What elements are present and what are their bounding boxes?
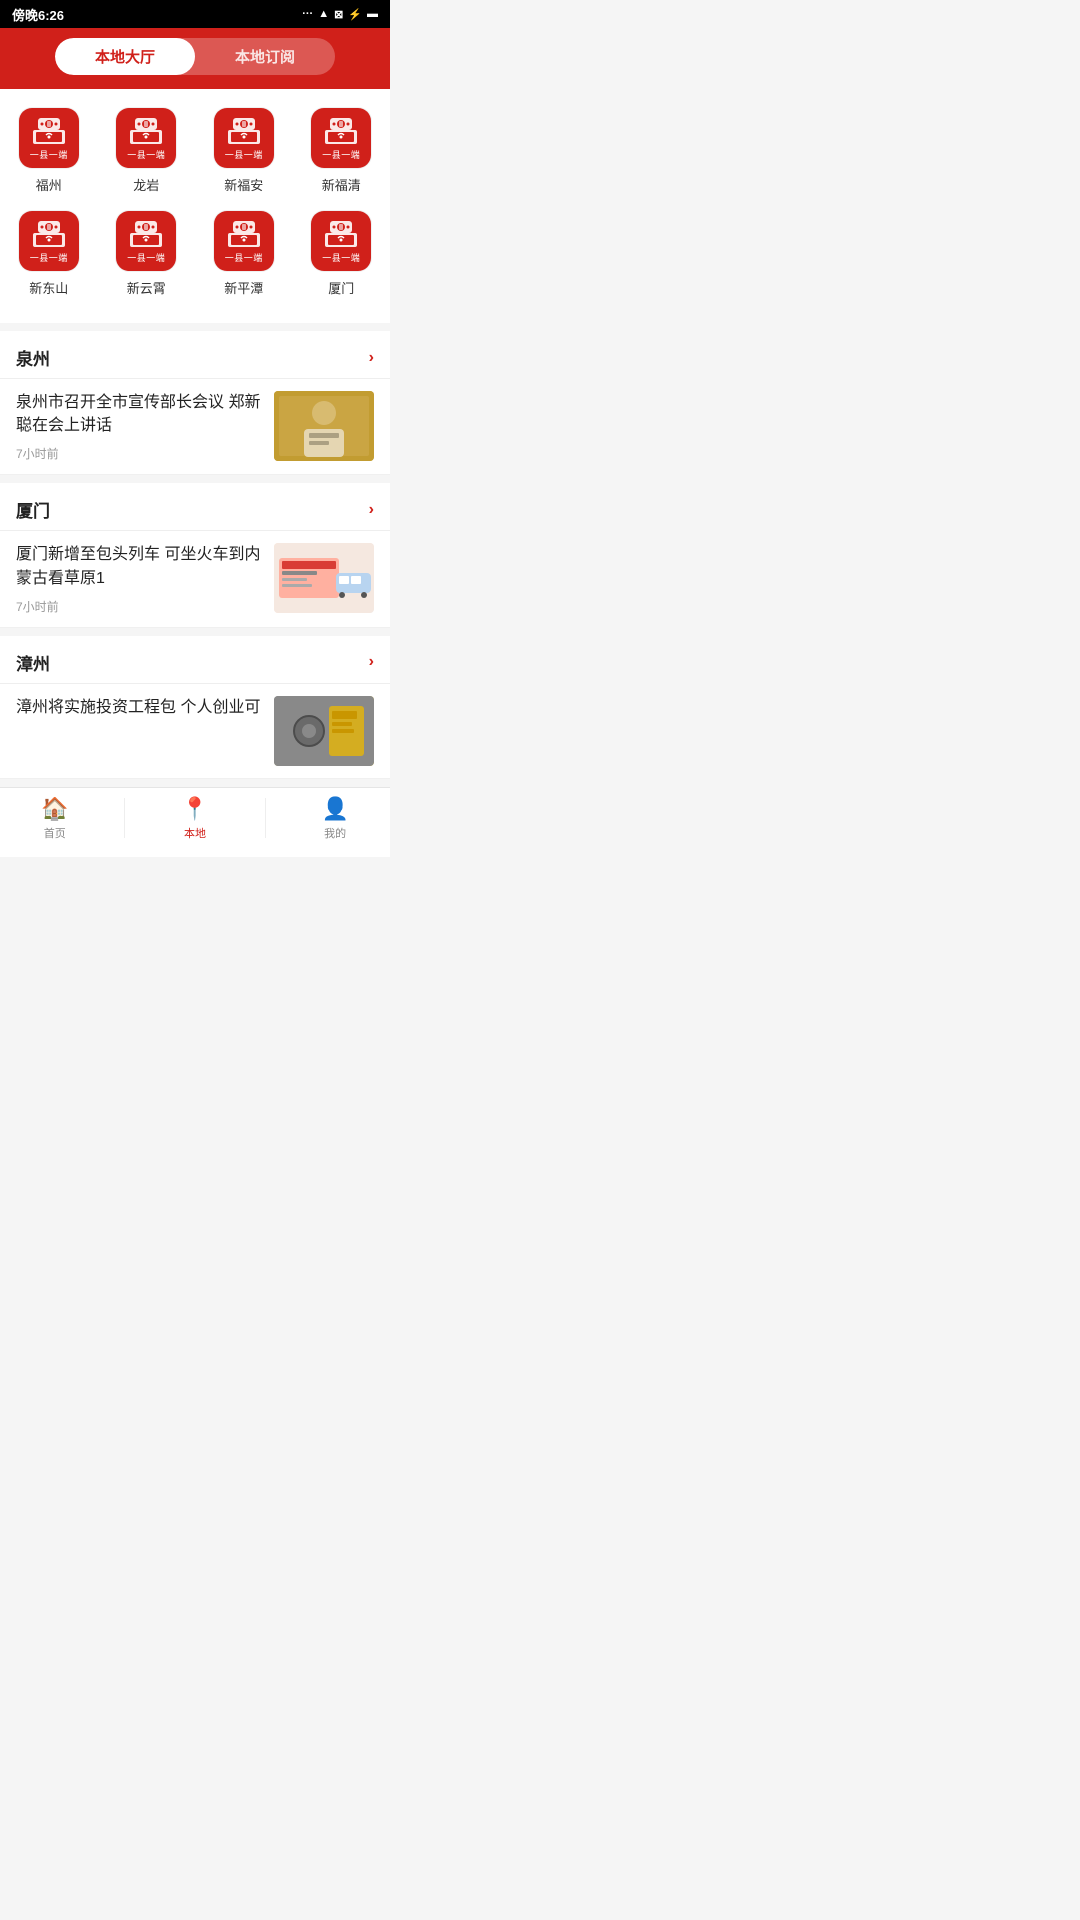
- zhangzhou-news-1-thumb: [274, 696, 374, 766]
- xiamen-title: 厦门: [16, 497, 50, 522]
- app-icon-xinyunxiao: [128, 219, 164, 249]
- header: 本地大厅 本地订阅: [0, 28, 390, 89]
- icon-item-xinfuqing[interactable]: 一县一端 新福清: [301, 107, 381, 194]
- nav-item-local[interactable]: 📍 本地: [155, 796, 235, 841]
- local-icon: 📍: [181, 796, 208, 822]
- nav-item-mine[interactable]: 👤 我的: [295, 796, 375, 841]
- quanzhou-section: 泉州 › 泉州市召开全市宣传部长会议 郑新聪在会上讲话 7小时前: [0, 331, 390, 475]
- xiamen-news-1-time: 7小时前: [16, 598, 262, 615]
- zhangzhou-section: 漳州 › 漳州将实施投资工程包 个人创业可: [0, 636, 390, 779]
- xiamen-header[interactable]: 厦门 ›: [0, 483, 390, 531]
- nav-item-home[interactable]: 🏠 首页: [15, 796, 95, 841]
- nav-label-local: 本地: [184, 825, 206, 841]
- xiamen-news-1[interactable]: 厦门新增至包头列车 可坐火车到内蒙古看草原1 7小时前: [0, 531, 390, 627]
- xiamen-news-1-title: 厦门新增至包头列车 可坐火车到内蒙古看草原1: [16, 543, 262, 589]
- status-bar: 傍晚6:26 ··· ▲ ⊠ ⚡ ▬: [0, 0, 390, 28]
- status-time: 傍晚6:26: [12, 5, 64, 24]
- zhangzhou-news-1-text: 漳州将实施投资工程包 个人创业可: [16, 696, 262, 719]
- icon-item-xiamen[interactable]: 一县一端 厦门: [301, 210, 381, 297]
- app-icon-fuzhou: [31, 116, 67, 146]
- icon-item-xinfuan[interactable]: 一县一端 新福安: [204, 107, 284, 194]
- icon-item-longyan[interactable]: 一县一端 龙岩: [106, 107, 186, 194]
- nav-divider-1: [124, 798, 125, 838]
- icon-item-xinpingtan[interactable]: 一县一端 新平潭: [204, 210, 284, 297]
- zhangzhou-news-1[interactable]: 漳州将实施投资工程包 个人创业可: [0, 684, 390, 779]
- quanzhou-chevron[interactable]: ›: [369, 349, 374, 367]
- icon-item-xindongshan[interactable]: 一县一端 新东山: [9, 210, 89, 297]
- quanzhou-news-1[interactable]: 泉州市召开全市宣传部长会议 郑新聪在会上讲话 7小时前: [0, 379, 390, 475]
- tab-group: 本地大厅 本地订阅: [55, 38, 335, 75]
- app-icon-xindongshan: [31, 219, 67, 249]
- quanzhou-news-1-thumb: [274, 391, 374, 461]
- quanzhou-news-1-time: 7小时前: [16, 445, 262, 462]
- icon-item-fuzhou[interactable]: 一县一端 福州: [9, 107, 89, 194]
- icon-item-xinyunxiao[interactable]: 一县一端 新云霄: [106, 210, 186, 297]
- quanzhou-news-1-title: 泉州市召开全市宣传部长会议 郑新聪在会上讲话: [16, 391, 262, 437]
- zhangzhou-title: 漳州: [16, 650, 50, 675]
- app-icon-xinpingtan: [226, 219, 262, 249]
- nav-label-mine: 我的: [324, 825, 346, 841]
- status-icons: ··· ▲ ⊠ ⚡ ▬: [302, 8, 378, 21]
- xiamen-news-1-thumb: [274, 543, 374, 613]
- icon-grid-section: 一县一端 福州: [0, 89, 390, 323]
- tab-local-hall[interactable]: 本地大厅: [55, 38, 195, 75]
- nav-label-home: 首页: [44, 825, 66, 841]
- zhangzhou-chevron[interactable]: ›: [369, 653, 374, 671]
- xiamen-news-section: 厦门 › 厦门新增至包头列车 可坐火车到内蒙古看草原1 7小时前: [0, 483, 390, 627]
- quanzhou-news-1-text: 泉州市召开全市宣传部长会议 郑新聪在会上讲话 7小时前: [16, 391, 262, 462]
- app-icon-xinfuqing: [323, 116, 359, 146]
- home-icon: 🏠: [41, 796, 68, 822]
- zhangzhou-news-1-title: 漳州将实施投资工程包 个人创业可: [16, 696, 262, 719]
- mine-icon: 👤: [321, 796, 348, 822]
- xiamen-chevron[interactable]: ›: [369, 501, 374, 519]
- nav-divider-2: [265, 798, 266, 838]
- tab-local-subscribe[interactable]: 本地订阅: [195, 38, 335, 75]
- icon-row-2: 一县一端 新东山: [0, 210, 390, 297]
- icon-row-1: 一县一端 福州: [0, 107, 390, 194]
- app-icon-longyan: [128, 116, 164, 146]
- app-icon-xinfuan: [226, 116, 262, 146]
- quanzhou-header[interactable]: 泉州 ›: [0, 331, 390, 379]
- bottom-nav: 🏠 首页 📍 本地 👤 我的: [0, 787, 390, 857]
- quanzhou-title: 泉州: [16, 345, 50, 370]
- app-icon-xiamen: [323, 219, 359, 249]
- xiamen-news-1-text: 厦门新增至包头列车 可坐火车到内蒙古看草原1 7小时前: [16, 543, 262, 614]
- zhangzhou-header[interactable]: 漳州 ›: [0, 636, 390, 684]
